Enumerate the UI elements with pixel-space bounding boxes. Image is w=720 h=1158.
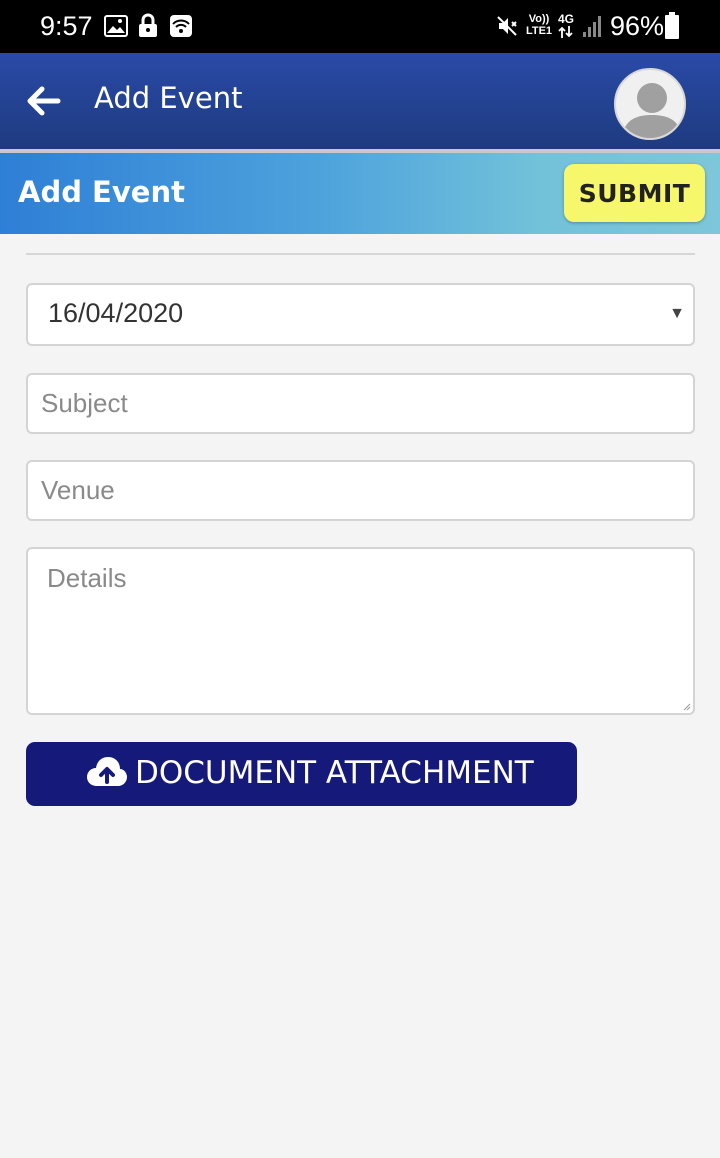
details-textarea[interactable]: [28, 549, 693, 713]
form-divider: [26, 253, 695, 255]
section-title: Add Event: [18, 175, 185, 209]
app-bar: Add Event: [0, 53, 720, 149]
subject-input[interactable]: [28, 375, 693, 432]
document-attachment-label: DOCUMENT ATTACHMENT: [135, 755, 534, 791]
mute-icon: [497, 16, 517, 36]
submit-button[interactable]: SUBMIT: [564, 164, 705, 222]
status-time: 9:57: [40, 11, 93, 41]
status-bar: 9:57 Vo)) LTE1 4G 96%: [0, 0, 720, 53]
caret-down-icon: ▼: [669, 305, 685, 322]
subject-field-container: [26, 373, 695, 434]
signal-icon: [583, 16, 601, 37]
venue-field-container: [26, 460, 695, 521]
venue-input[interactable]: [28, 462, 693, 519]
arrow-left-icon[interactable]: [24, 81, 64, 121]
resize-grip-icon[interactable]: [683, 703, 691, 711]
date-select[interactable]: 16/04/2020 ▼: [26, 283, 695, 346]
date-value: 16/04/2020: [48, 298, 184, 328]
lock-icon: [139, 13, 157, 37]
details-field-container: [26, 547, 695, 715]
volte-icon: Vo)) LTE1: [525, 13, 553, 37]
data-arrows-icon: [558, 26, 573, 38]
battery-percentage: 96%: [610, 11, 665, 41]
section-banner: Add Event SUBMIT: [0, 153, 720, 234]
cloud-upload-icon: [87, 757, 127, 786]
user-avatar-icon[interactable]: [614, 68, 686, 140]
4g-icon: 4G: [558, 12, 575, 26]
gallery-icon: [104, 15, 128, 37]
document-attachment-button[interactable]: DOCUMENT ATTACHMENT: [26, 742, 577, 806]
wifi-icon: [170, 15, 192, 37]
page-title: Add Event: [94, 81, 243, 115]
battery-icon: [665, 12, 679, 39]
